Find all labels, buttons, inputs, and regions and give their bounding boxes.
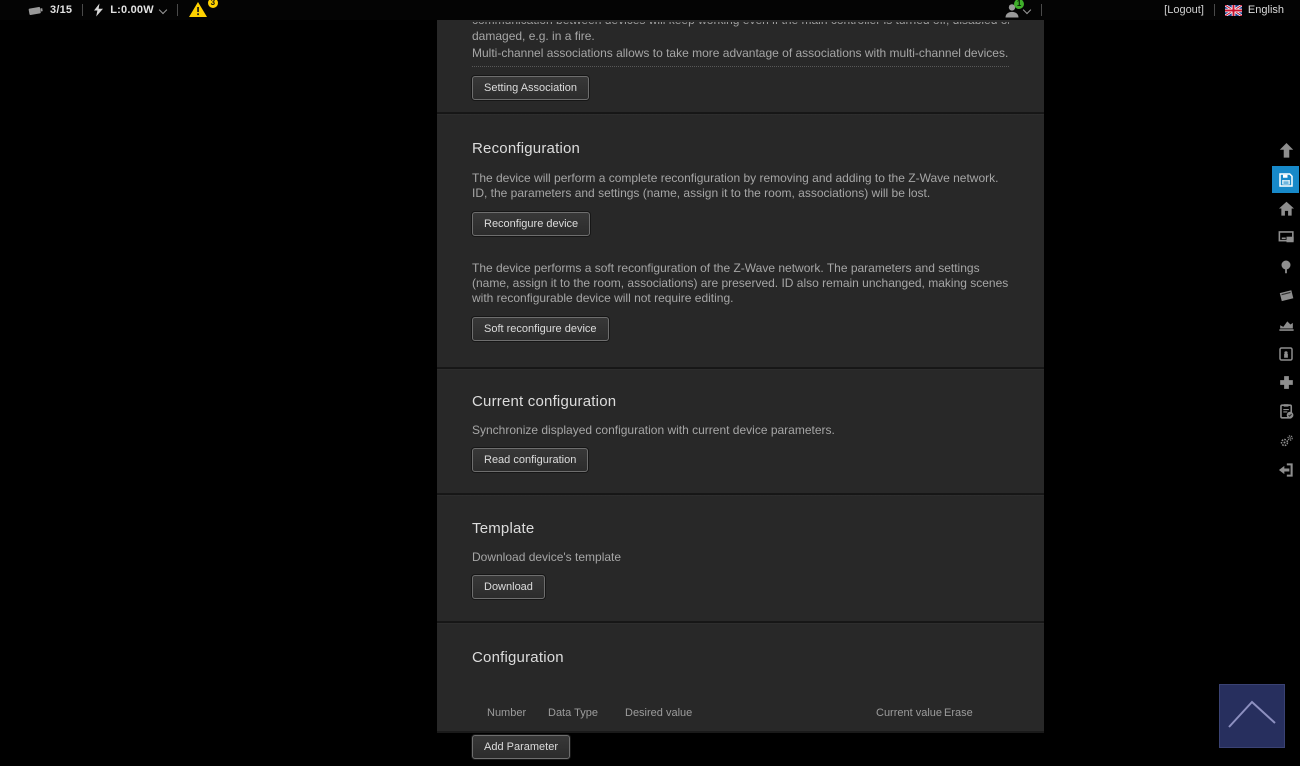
warning-icon xyxy=(188,2,207,17)
column-header-current-value: Current value xyxy=(876,707,943,719)
setting-association-button[interactable]: Setting Association xyxy=(472,76,589,100)
scroll-up-logo[interactable] xyxy=(1219,684,1285,748)
battery-icon xyxy=(28,6,43,15)
device-network-icon[interactable] xyxy=(1272,223,1300,252)
topbar-separator xyxy=(82,4,84,16)
report-check-icon[interactable] xyxy=(1272,397,1300,426)
reconfiguration-section: Reconfiguration The device will perform … xyxy=(437,140,1044,367)
language-label: English xyxy=(1247,4,1284,16)
reconfiguration-title: Reconfiguration xyxy=(472,140,581,157)
chevron-down-icon xyxy=(160,5,167,12)
configuration-table-header: Number Data Type Desired value Current v… xyxy=(472,707,1009,721)
column-header-number: Number xyxy=(487,707,527,719)
power-status[interactable]: L:0.00W xyxy=(93,3,167,17)
alerts-indicator[interactable]: 3 xyxy=(188,0,218,19)
device-box-icon[interactable] xyxy=(1272,339,1300,368)
alerts-badge: 3 xyxy=(207,0,218,8)
exit-icon[interactable] xyxy=(1272,455,1300,484)
template-title: Template xyxy=(472,520,535,537)
uk-flag-icon xyxy=(1224,4,1242,16)
current-configuration-description: Synchronize displayed configuration with… xyxy=(472,423,835,437)
association-section: communication between devices will keep … xyxy=(437,20,1044,112)
association-text-multichannel: Multi-channel associations allows to tak… xyxy=(472,46,1009,60)
home-icon[interactable] xyxy=(1272,194,1300,223)
section-divider xyxy=(437,493,1044,496)
plus-icon[interactable] xyxy=(1272,368,1300,397)
user-menu[interactable]: 1 xyxy=(1004,0,1031,18)
configuration-section: Configuration Number Data Type Desired v… xyxy=(437,649,1044,759)
dotted-separator xyxy=(472,66,1009,67)
scroll-top-icon[interactable] xyxy=(1272,136,1300,165)
section-divider xyxy=(437,112,1044,115)
battery-status: 3/15 xyxy=(28,4,72,17)
topbar-separator xyxy=(1213,4,1215,16)
association-text-damaged: damaged, e.g. in a fire. xyxy=(472,29,595,43)
topbar-separator xyxy=(176,4,178,16)
template-description: Download device's template xyxy=(472,550,622,564)
section-divider xyxy=(437,621,1044,624)
column-header-desired-value: Desired value xyxy=(625,707,693,719)
battery-count: 3/15 xyxy=(50,4,73,16)
read-configuration-button[interactable]: Read configuration xyxy=(472,448,589,472)
add-parameter-button[interactable]: Add Parameter xyxy=(472,735,570,759)
topbar-separator xyxy=(1041,4,1043,16)
association-clipped-text: communication between devices will keep … xyxy=(472,22,1009,27)
column-header-erase: Erase xyxy=(944,707,973,719)
download-template-button[interactable]: Download xyxy=(472,575,545,599)
language-selector[interactable]: English xyxy=(1224,4,1284,16)
lightning-icon xyxy=(94,3,104,17)
power-value: L:0.00W xyxy=(110,4,154,16)
tag-icon[interactable] xyxy=(1272,281,1300,310)
current-configuration-section: Current configuration Synchronize displa… xyxy=(437,393,1044,493)
pin-icon[interactable] xyxy=(1272,252,1300,281)
reconfiguration-description: The device will perform a complete recon… xyxy=(472,171,999,200)
soft-reconfigure-device-button[interactable]: Soft reconfigure device xyxy=(472,317,609,341)
save-icon[interactable] xyxy=(1272,166,1299,193)
section-divider xyxy=(437,367,1044,370)
logout-link[interactable]: [Logout] xyxy=(1164,4,1204,16)
user-badge: 1 xyxy=(1014,0,1025,9)
device-tabs-sidebar xyxy=(1272,136,1300,484)
soft-reconfiguration-description: The device performs a soft reconfigurati… xyxy=(472,261,1009,305)
column-header-data-type: Data Type xyxy=(548,707,598,719)
gears-icon[interactable] xyxy=(1272,426,1300,455)
template-section: Template Download device's template Down… xyxy=(437,520,1044,621)
chart-icon[interactable] xyxy=(1272,310,1300,339)
current-configuration-title: Current configuration xyxy=(472,393,617,410)
configuration-title: Configuration xyxy=(472,649,564,666)
device-configuration-panel: communication between devices will keep … xyxy=(437,20,1044,759)
chevron-down-icon xyxy=(1024,5,1031,12)
reconfigure-device-button[interactable]: Reconfigure device xyxy=(472,212,591,236)
top-bar: 3/15 L:0.00W 3 1 [Logout] English xyxy=(0,0,1300,20)
peak-chevron-icon xyxy=(1228,700,1276,728)
